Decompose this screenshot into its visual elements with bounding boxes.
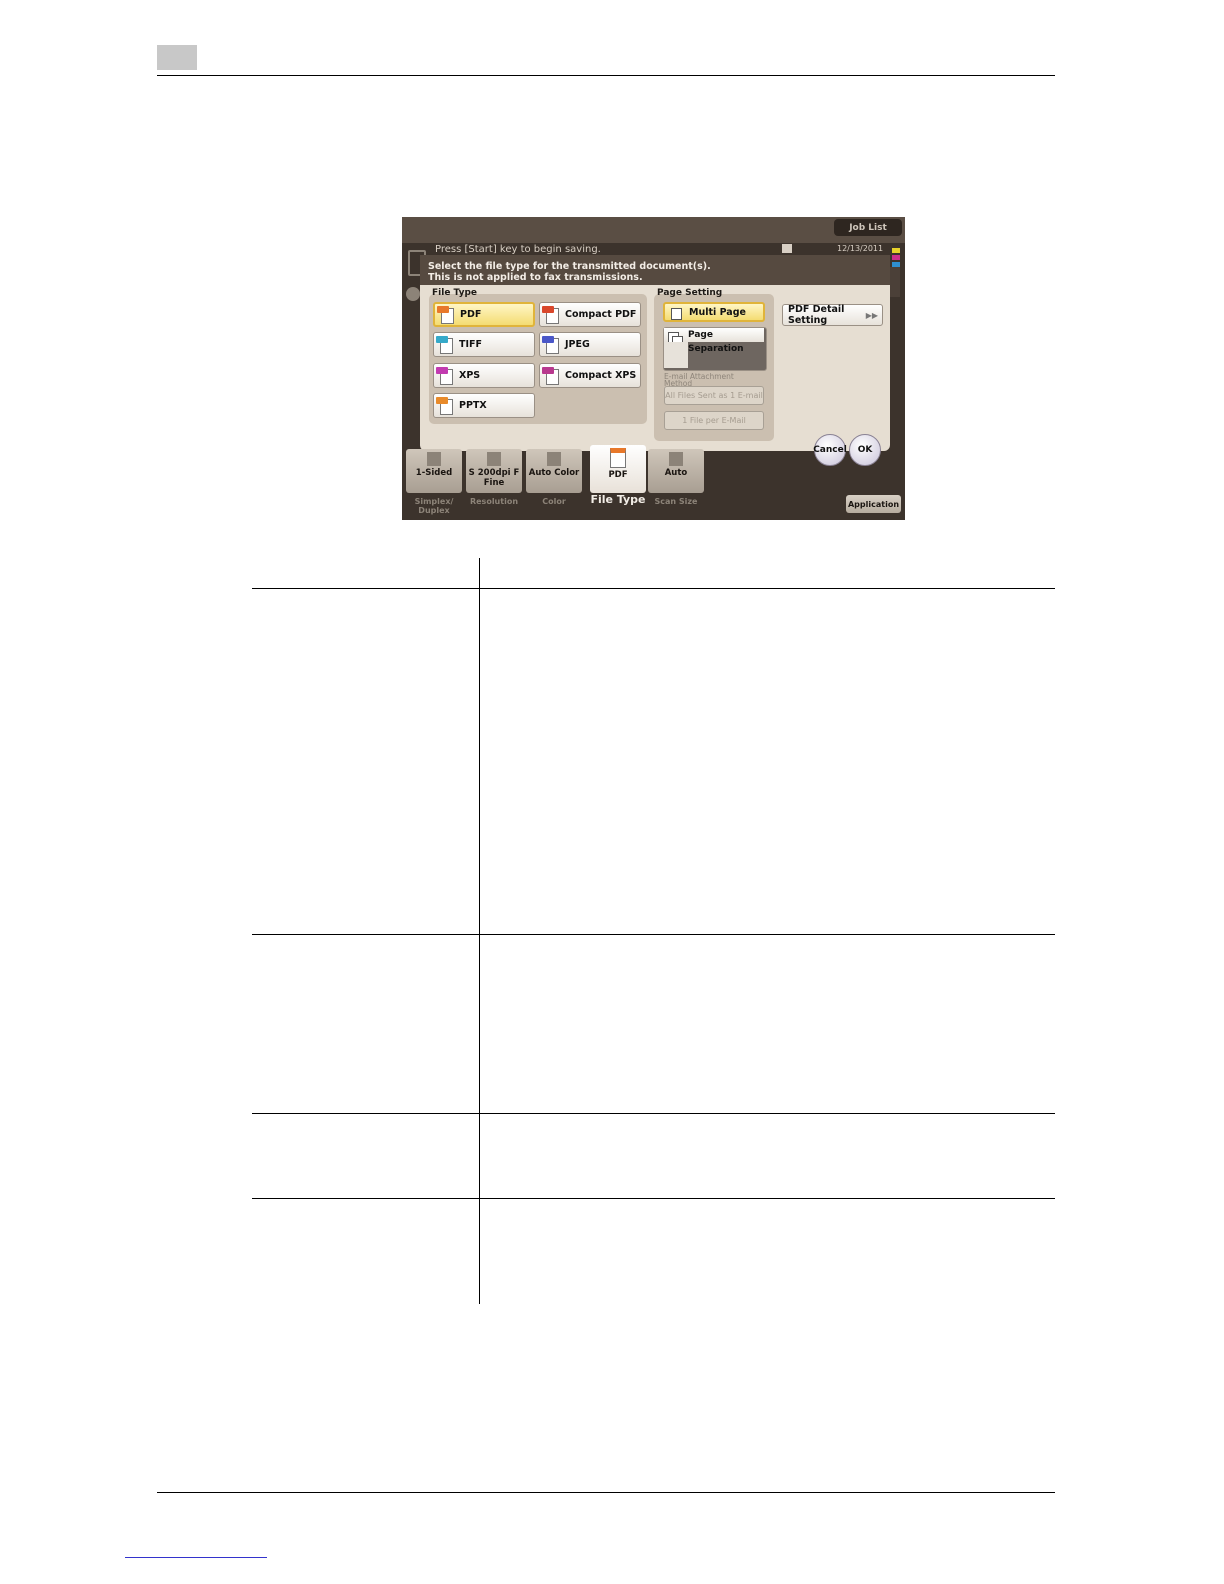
- toner-yellow-icon: [892, 248, 900, 253]
- file-type-label: Compact XPS: [565, 370, 637, 381]
- setting-icon: [669, 452, 683, 466]
- bottom-tile-resolution[interactable]: S 200dpi F Fine: [466, 449, 522, 493]
- file-type-group-label: File Type: [432, 288, 478, 298]
- double-chevron-right-icon: ▶▶: [865, 310, 878, 320]
- file-type-label: JPEG: [565, 339, 590, 350]
- toner-magenta-icon: [892, 255, 900, 260]
- file-type-xps-button[interactable]: XPS: [433, 363, 535, 388]
- device-screen: Job List Press [Start] key to begin savi…: [402, 217, 905, 520]
- status-bar: [402, 217, 905, 243]
- tiff-file-icon: [436, 336, 453, 354]
- page-separation-button[interactable]: Page Separation: [663, 327, 767, 371]
- pdf-file-icon: [437, 306, 454, 324]
- setting-icon: [427, 452, 441, 466]
- table-row-divider: [252, 1198, 1055, 1199]
- application-button[interactable]: Application: [846, 495, 901, 513]
- multi-page-label: Multi Page: [689, 306, 746, 318]
- tile-label: Resolution: [469, 497, 519, 506]
- file-type-label: Compact PDF: [565, 309, 637, 320]
- tile-value: PDF: [608, 470, 628, 480]
- bottom-tile-file-type[interactable]: PDF: [590, 445, 646, 493]
- footer-rule: [157, 1492, 1055, 1493]
- compact-pdf-file-icon: [542, 306, 559, 324]
- dialog-header: Select the file type for the transmitted…: [420, 255, 890, 285]
- file-type-tiff-button[interactable]: TIFF: [433, 332, 535, 357]
- file-type-pptx-button[interactable]: PPTX: [433, 393, 535, 418]
- bottom-tile-color[interactable]: Auto Color: [526, 449, 582, 493]
- tile-label: Color: [542, 497, 566, 506]
- scroll-left-handle[interactable]: [406, 287, 420, 301]
- file-type-pdf-button[interactable]: PDF: [433, 302, 535, 327]
- file-type-compact-xps-button[interactable]: Compact XPS: [539, 363, 641, 388]
- instruction-line-2: This is not applied to fax transmissions…: [428, 272, 643, 283]
- clock: 12/13/2011: [837, 244, 884, 253]
- xps-file-icon: [436, 367, 453, 385]
- bottom-tile-scan-size[interactable]: Auto: [648, 449, 704, 493]
- page-setting-group-label: Page Setting: [657, 288, 723, 298]
- tile-value: Auto: [664, 468, 688, 478]
- bottom-tile-simplex-duplex[interactable]: 1-Sided: [406, 449, 462, 493]
- file-type-label: XPS: [459, 370, 481, 381]
- cancel-button[interactable]: Cancel: [813, 434, 847, 466]
- jpeg-file-icon: [542, 336, 559, 354]
- file-type-label: PDF: [460, 309, 482, 320]
- dialog-edge: [890, 267, 900, 297]
- tile-value: Auto Color: [528, 468, 580, 478]
- setting-icon: [487, 452, 501, 466]
- pptx-file-icon: [436, 397, 453, 415]
- compact-xps-file-icon: [542, 367, 559, 385]
- table-header-rule: [252, 588, 1055, 589]
- pdf-detail-setting-label: PDF Detail Setting: [788, 304, 845, 326]
- status-message: Press [Start] key to begin saving.: [435, 244, 601, 255]
- setting-icon: [610, 448, 626, 468]
- file-type-compact-pdf-button[interactable]: Compact PDF: [539, 302, 641, 327]
- header-rule: [157, 75, 1055, 76]
- page-separation-icon-area: [664, 342, 688, 368]
- table-column-divider: [479, 558, 480, 1304]
- file-type-jpeg-button[interactable]: JPEG: [539, 332, 641, 357]
- lock-icon: [782, 244, 792, 253]
- chapter-number-box: [157, 45, 197, 70]
- all-files-one-email-button[interactable]: All Files Sent as 1 E-mail: [664, 386, 764, 405]
- tile-value: S 200dpi F Fine: [468, 468, 520, 488]
- file-type-label: TIFF: [459, 339, 482, 350]
- multi-page-button[interactable]: Multi Page: [663, 302, 765, 322]
- pdf-detail-setting-button[interactable]: PDF Detail Setting ▶▶: [782, 304, 883, 326]
- job-list-button[interactable]: Job List: [834, 219, 902, 236]
- table-row-divider: [252, 1113, 1055, 1114]
- file-type-label: PPTX: [459, 400, 487, 411]
- attachment-method-label: E-mail Attachment Method: [664, 372, 734, 388]
- one-file-per-email-button[interactable]: 1 File per E-Mail: [664, 411, 764, 430]
- footer-link-underline: [125, 1557, 267, 1558]
- setting-icon: [547, 452, 561, 466]
- instruction-line-1: Select the file type for the transmitted…: [428, 261, 711, 272]
- file-type-dialog: File Type PDF Compact PDF TIFF JPEG XPS Compa…: [420, 285, 890, 451]
- tile-label: File Type: [590, 493, 646, 506]
- tile-value: 1-Sided: [415, 468, 453, 478]
- single-page-icon: [671, 308, 682, 320]
- tile-label: Scan Size: [654, 497, 698, 506]
- table-row-divider: [252, 934, 1055, 935]
- ok-button[interactable]: OK: [849, 434, 881, 466]
- tile-label: Simplex/ Duplex: [414, 497, 454, 515]
